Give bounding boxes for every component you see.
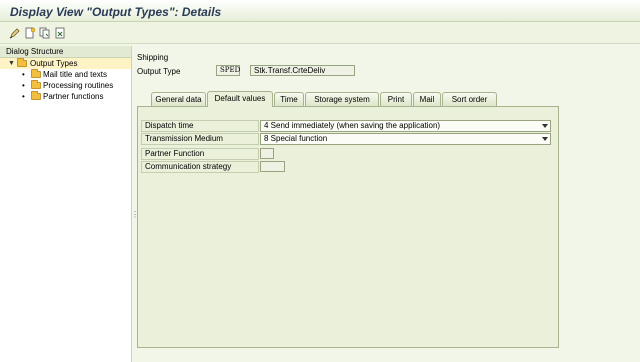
dialog-structure-header: Dialog Structure	[0, 46, 131, 58]
transmission-medium-label: Transmission Medium	[141, 133, 259, 145]
page-title: Display View "Output Types": Details	[10, 5, 222, 19]
communication-strategy-label: Communication strategy	[141, 161, 259, 173]
new-entries-icon[interactable]	[24, 27, 36, 39]
tree-item-label: Processing routines	[43, 81, 114, 90]
partner-function-field[interactable]	[260, 148, 274, 159]
folder-icon	[31, 91, 41, 100]
application-label: Shipping	[137, 53, 169, 62]
title-bar: Display View "Output Types": Details	[0, 0, 640, 22]
delete-icon[interactable]	[54, 27, 66, 39]
tree-item-processing-routines[interactable]: • Processing routines	[0, 80, 131, 91]
dispatch-time-dropdown[interactable]: 4 Send immediately (when saving the appl…	[260, 120, 551, 132]
folder-icon	[31, 69, 41, 78]
chevron-down-icon[interactable]	[542, 124, 548, 128]
dispatch-time-label: Dispatch time	[141, 120, 259, 132]
dispatch-time-value: 4 Send immediately (when saving the appl…	[264, 121, 441, 130]
bullet-icon: •	[22, 81, 25, 90]
chevron-down-icon[interactable]	[542, 137, 548, 141]
communication-strategy-field[interactable]	[260, 161, 285, 172]
bullet-icon: •	[22, 92, 25, 101]
tab-storage-system[interactable]: Storage system	[305, 92, 379, 106]
bullet-icon: •	[22, 70, 25, 79]
output-type-code-field[interactable]: SPED	[216, 65, 240, 76]
expand-arrow-icon[interactable]: ▼	[8, 58, 16, 69]
tab-mail[interactable]: Mail	[413, 92, 441, 106]
folder-open-icon	[17, 58, 27, 67]
transmission-medium-value: 8 Special function	[264, 134, 328, 143]
tree-item-output-types[interactable]: ▼ Output Types	[0, 58, 131, 69]
application-toolbar	[0, 22, 640, 44]
output-type-description-field[interactable]: Stk.Transf.CrteDeliv	[250, 65, 355, 76]
tree-item-label: Mail title and texts	[43, 70, 108, 79]
partner-function-label: Partner Function	[141, 148, 259, 160]
edit-icon[interactable]	[9, 27, 21, 39]
tree-item-label: Output Types	[30, 59, 78, 68]
dialog-structure-panel: Dialog Structure ▼ Output Types • Mail t…	[0, 46, 132, 362]
folder-icon	[31, 80, 41, 89]
transmission-medium-dropdown[interactable]: 8 Special function	[260, 133, 551, 145]
tab-sort-order[interactable]: Sort order	[442, 92, 497, 106]
tab-time[interactable]: Time	[274, 92, 304, 106]
tree-item-mail-title-and-texts[interactable]: • Mail title and texts	[0, 69, 131, 80]
copy-icon[interactable]	[39, 27, 51, 39]
tree-item-label: Partner functions	[43, 92, 104, 101]
output-type-label: Output Type	[137, 67, 181, 76]
tab-general-data[interactable]: General data	[151, 92, 206, 106]
tree-item-partner-functions[interactable]: • Partner functions	[0, 91, 131, 102]
tab-print[interactable]: Print	[380, 92, 412, 106]
tab-default-values[interactable]: Default values	[207, 91, 273, 107]
